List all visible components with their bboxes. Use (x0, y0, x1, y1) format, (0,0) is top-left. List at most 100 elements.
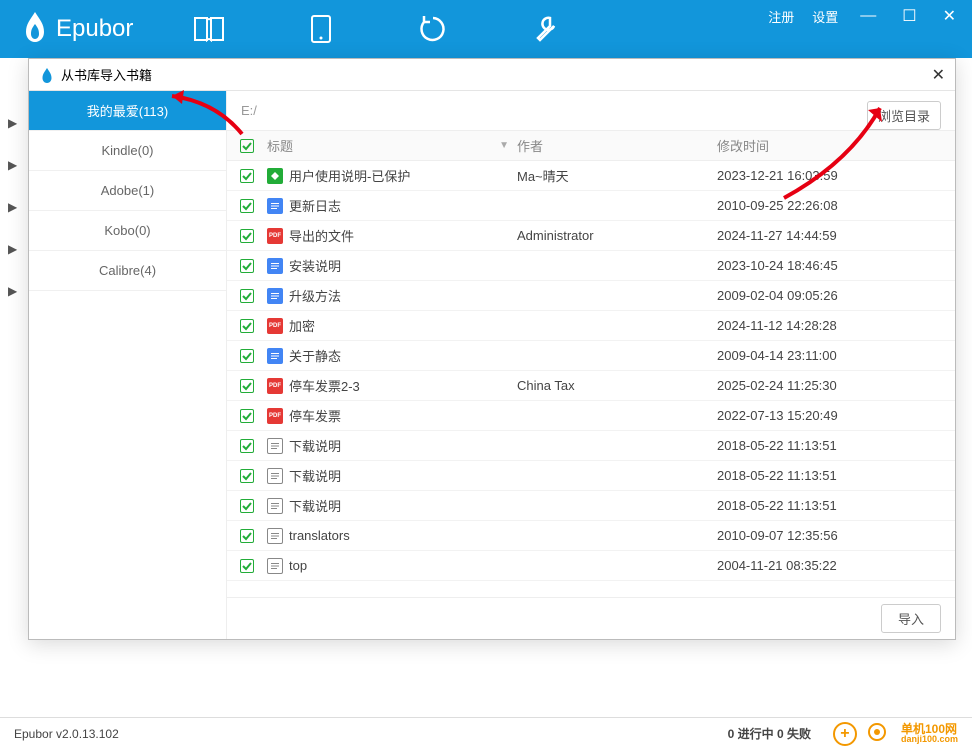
file-list: 用户使用说明-已保护Ma~晴天2023-12-21 16:03:59更新日志20… (227, 161, 955, 597)
table-header: 标题 ▼ 作者 修改时间 (227, 131, 955, 161)
toolbar (193, 13, 561, 45)
file-date: 2018-05-22 11:13:51 (717, 438, 955, 453)
library-icon[interactable] (193, 13, 225, 45)
table-row[interactable]: PDF停车发票2022-07-13 15:20:49 (227, 401, 955, 431)
row-checkbox[interactable] (240, 439, 254, 453)
row-checkbox[interactable] (240, 499, 254, 513)
file-title: 加密 (289, 316, 315, 335)
flame-icon (20, 10, 50, 49)
column-date[interactable]: 修改时间 (717, 136, 955, 155)
row-checkbox[interactable] (240, 199, 254, 213)
dialog-close-button[interactable]: ✕ (932, 65, 945, 85)
zoom-in-icon[interactable]: + (833, 722, 857, 746)
row-checkbox[interactable] (240, 379, 254, 393)
logo-text: Epubor (56, 15, 133, 43)
row-checkbox[interactable] (240, 529, 254, 543)
row-checkbox[interactable] (240, 319, 254, 333)
file-author: Administrator (517, 228, 717, 243)
device-icon[interactable] (305, 13, 337, 45)
row-checkbox[interactable] (240, 409, 254, 423)
version-text: Epubor v2.0.13.102 (14, 727, 119, 741)
window-controls: 注册 设置 — ☐ ✕ (768, 6, 960, 26)
file-date: 2024-11-27 14:44:59 (717, 228, 955, 243)
file-title: translators (289, 528, 350, 543)
table-row[interactable]: PDF停车发票2-3China Tax2025-02-24 11:25:30 (227, 371, 955, 401)
file-title: 关于静态 (289, 346, 341, 365)
file-title: 安装说明 (289, 256, 341, 275)
table-row[interactable]: 关于静态 2009-04-14 23:11:00 (227, 341, 955, 371)
row-checkbox[interactable] (240, 259, 254, 273)
row-checkbox[interactable] (240, 169, 254, 183)
chevron-right-icon[interactable]: ▶ (8, 158, 17, 172)
dialog-titlebar: 从书库导入书籍 ✕ (29, 59, 955, 91)
chevron-right-icon[interactable]: ▶ (8, 116, 17, 130)
flame-icon (39, 67, 55, 83)
file-title: 用户使用说明-已保护 (289, 166, 410, 185)
chevron-right-icon[interactable]: ▶ (8, 284, 17, 298)
table-row[interactable]: 下载说明 2018-05-22 11:13:51 (227, 491, 955, 521)
chevron-right-icon[interactable]: ▶ (8, 200, 17, 214)
sidebar-item[interactable]: Kindle(0) (29, 131, 226, 171)
sidebar-item[interactable]: Adobe(1) (29, 171, 226, 211)
select-all-checkbox[interactable] (240, 139, 254, 153)
file-date: 2025-02-24 11:25:30 (717, 378, 955, 393)
file-date: 2009-04-14 23:11:00 (717, 348, 955, 363)
table-row[interactable]: 更新日志 2010-09-25 22:26:08 (227, 191, 955, 221)
app-logo: Epubor (20, 10, 133, 49)
file-date: 2010-09-25 22:26:08 (717, 198, 955, 213)
sidebar-item[interactable]: Kobo(0) (29, 211, 226, 251)
settings-link[interactable]: 设置 (812, 7, 838, 26)
import-dialog: 从书库导入书籍 ✕ 我的最爱(113)Kindle(0)Adobe(1)Kobo… (28, 58, 956, 640)
sidebar-item[interactable]: 我的最爱(113) (29, 91, 226, 131)
table-row[interactable]: 升级方法2009-02-04 09:05:26 (227, 281, 955, 311)
file-date: 2018-05-22 11:13:51 (717, 498, 955, 513)
table-row[interactable]: 安装说明2023-10-24 18:46:45 (227, 251, 955, 281)
file-title: 更新日志 (289, 196, 341, 215)
refresh-icon[interactable] (417, 13, 449, 45)
minimize-button[interactable]: — (856, 7, 880, 25)
dialog-title: 从书库导入书籍 (61, 65, 152, 84)
table-row[interactable]: PDF加密2024-11-12 14:28:28 (227, 311, 955, 341)
watermark: 单机100网 danji100.com (901, 723, 958, 744)
close-button[interactable]: ✕ (939, 6, 960, 26)
table-row[interactable]: top 2004-11-21 08:35:22 (227, 551, 955, 581)
file-title: 停车发票 (289, 406, 341, 425)
zoom-controls: + (833, 722, 887, 746)
row-checkbox[interactable] (240, 349, 254, 363)
left-strip: ▶ ▶ ▶ ▶ ▶ (0, 58, 24, 717)
file-author: Ma~晴天 (517, 166, 717, 185)
column-title[interactable]: 标题 (267, 136, 293, 155)
import-button[interactable]: 导入 (881, 604, 941, 633)
file-date: 2010-09-07 12:35:56 (717, 528, 955, 543)
table-row[interactable]: PDF导出的文件Administrator2024-11-27 14:44:59 (227, 221, 955, 251)
path-bar: E:/ (227, 91, 955, 131)
maximize-button[interactable]: ☐ (898, 6, 920, 26)
file-date: 2004-11-21 08:35:22 (717, 558, 955, 573)
sort-icon[interactable]: ▼ (499, 140, 509, 151)
table-row[interactable]: 下载说明 2018-05-22 11:13:51 (227, 461, 955, 491)
register-link[interactable]: 注册 (768, 7, 794, 26)
table-row[interactable]: 用户使用说明-已保护Ma~晴天2023-12-21 16:03:59 (227, 161, 955, 191)
sidebar-item[interactable]: Calibre(4) (29, 251, 226, 291)
row-checkbox[interactable] (240, 469, 254, 483)
row-checkbox[interactable] (240, 289, 254, 303)
column-author[interactable]: 作者 (517, 136, 717, 155)
file-title: 下载说明 (289, 466, 341, 485)
table-row[interactable]: translators 2010-09-07 12:35:56 (227, 521, 955, 551)
path-text: E:/ (241, 103, 257, 118)
file-date: 2018-05-22 11:13:51 (717, 468, 955, 483)
file-author: China Tax (517, 378, 717, 393)
row-checkbox[interactable] (240, 229, 254, 243)
watermark-url: danji100.com (901, 735, 958, 744)
chevron-right-icon[interactable]: ▶ (8, 242, 17, 256)
tools-icon[interactable] (529, 13, 561, 45)
file-date: 2024-11-12 14:28:28 (717, 318, 955, 333)
file-title: 导出的文件 (289, 226, 354, 245)
progress-text: 0 进行中 0 失败 (728, 725, 811, 742)
file-title: top (289, 558, 307, 573)
row-checkbox[interactable] (240, 559, 254, 573)
table-row[interactable]: 下载说明2018-05-22 11:13:51 (227, 431, 955, 461)
browse-button[interactable]: 浏览目录 (867, 101, 941, 130)
file-title: 下载说明 (289, 496, 341, 515)
target-icon[interactable] (867, 722, 887, 745)
